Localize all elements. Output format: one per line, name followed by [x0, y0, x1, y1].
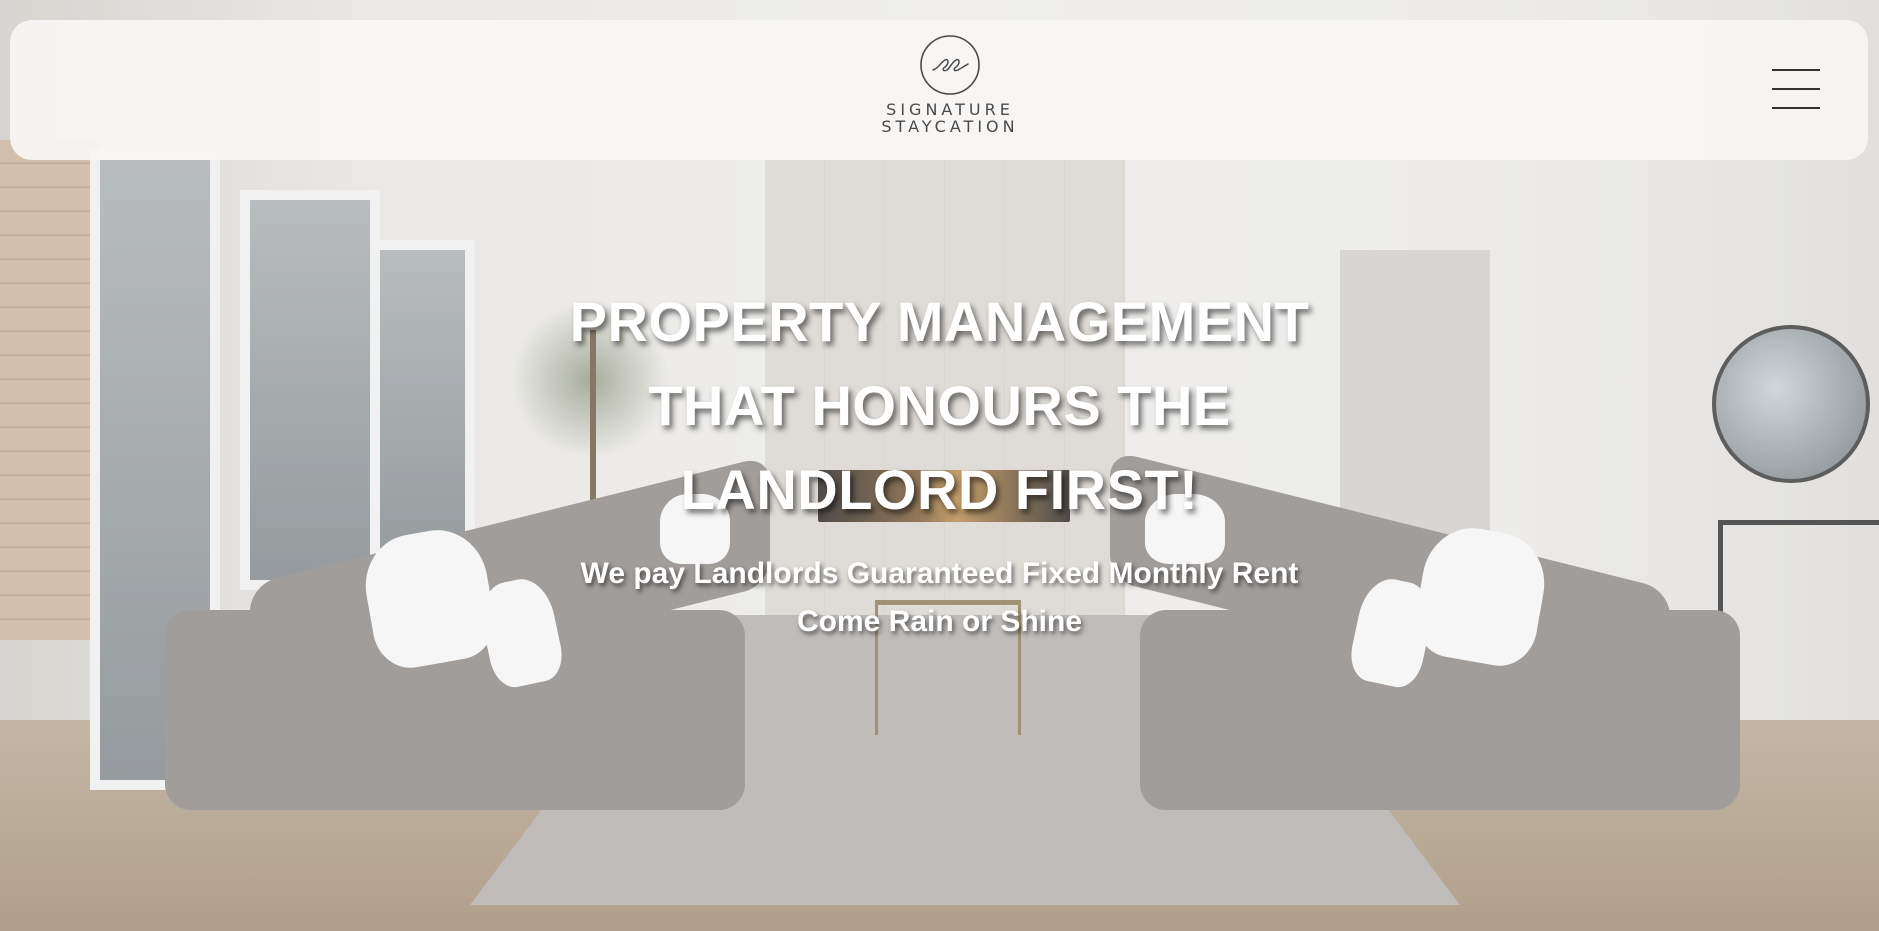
hero-title-line: LANDLORD FIRST! — [680, 458, 1199, 521]
logo-text-line2: STAYCATION — [881, 117, 1019, 136]
hamburger-menu-icon[interactable] — [1770, 66, 1822, 112]
hero-subtitle-line: We pay Landlords Guaranteed Fixed Monthl… — [580, 557, 1299, 590]
hero-subtitle: We pay Landlords Guaranteed Fixed Monthl… — [540, 550, 1340, 646]
logo-text-line1: SIGNATURE — [886, 100, 1014, 119]
hero-title-line: PROPERTY MANAGEMENT — [569, 290, 1310, 353]
menu-bar — [1772, 107, 1820, 109]
site-logo[interactable]: SIGNATURE STAYCATION — [870, 34, 1030, 154]
logo-monogram-icon — [920, 35, 980, 95]
menu-bar — [1772, 88, 1820, 90]
menu-bar — [1772, 69, 1820, 71]
hero-title: PROPERTY MANAGEMENT THAT HONOURS THE LAN… — [560, 280, 1320, 532]
hero-title-line: THAT HONOURS THE — [648, 374, 1231, 437]
hero-section: PROPERTY MANAGEMENT THAT HONOURS THE LAN… — [0, 280, 1879, 646]
hero-subtitle-line: Come Rain or Shine — [796, 605, 1083, 638]
site-header: SIGNATURE STAYCATION — [10, 20, 1868, 160]
